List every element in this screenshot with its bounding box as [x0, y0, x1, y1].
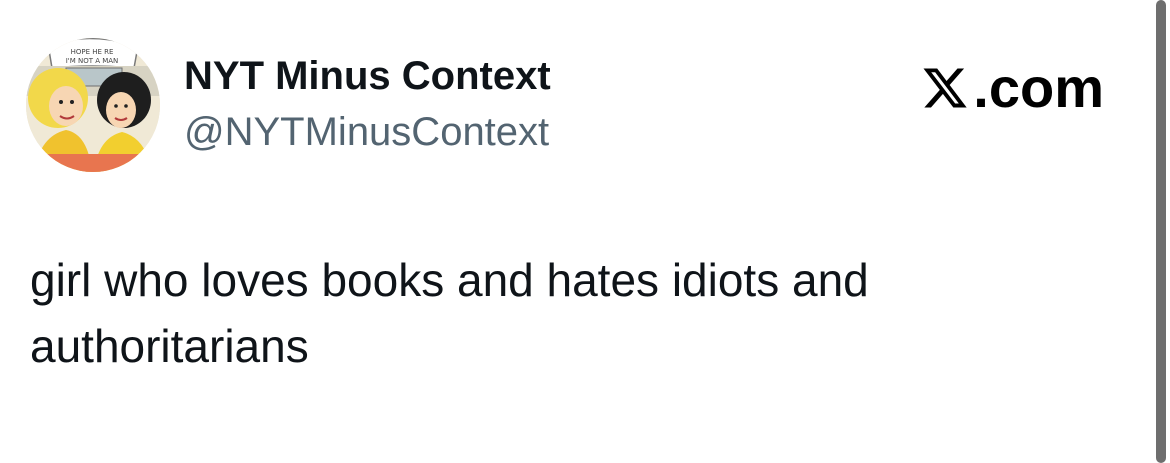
scrollbar-thumb[interactable] [1156, 0, 1166, 463]
author-display-name[interactable]: NYT Minus Context [184, 52, 551, 100]
tweet-card: HOPE HE RE I'M NOT A MAN NYT Minus Conte… [0, 0, 1152, 463]
scrollbar[interactable] [1152, 0, 1170, 463]
tweet-text: girl who loves books and hates idiots an… [30, 254, 869, 372]
avatar-image: HOPE HE RE I'M NOT A MAN [26, 38, 160, 172]
svg-text:HOPE HE RE: HOPE HE RE [71, 48, 114, 56]
avatar[interactable]: HOPE HE RE I'M NOT A MAN [26, 38, 160, 172]
x-logo-icon [923, 68, 967, 108]
svg-text:I'M NOT A MAN: I'M NOT A MAN [66, 57, 119, 65]
brand-watermark: .com [921, 58, 1104, 118]
brand-suffix: .com [973, 56, 1104, 119]
author-handle[interactable]: @NYTMinusContext [184, 108, 549, 156]
